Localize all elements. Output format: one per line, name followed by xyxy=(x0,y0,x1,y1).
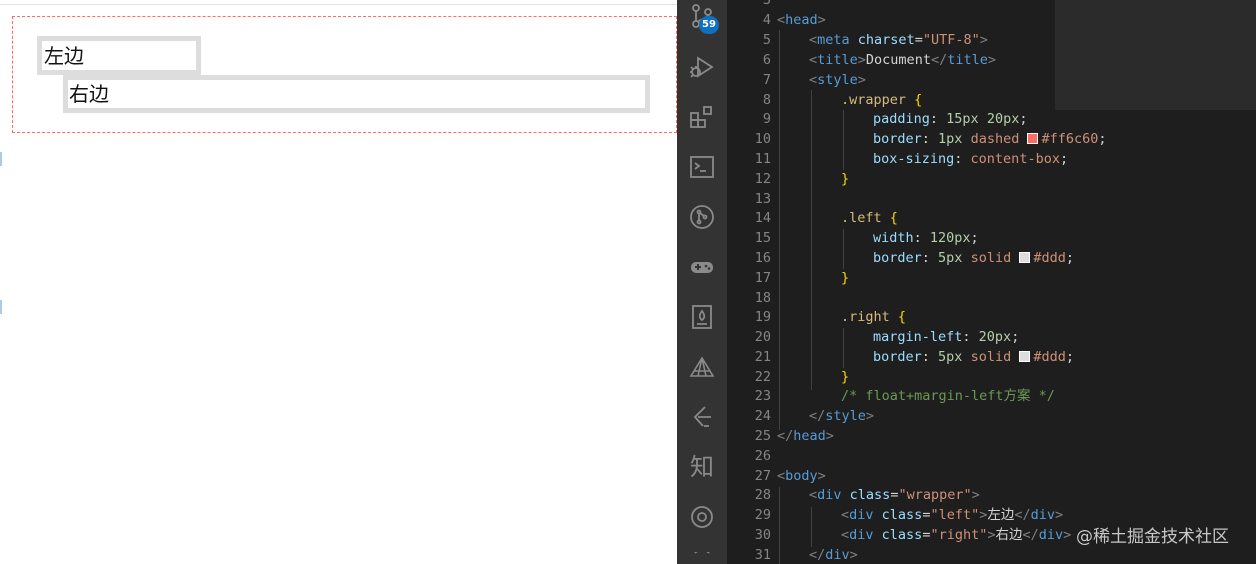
gamepad-icon[interactable] xyxy=(689,254,715,280)
color-swatch-gray[interactable] xyxy=(1019,252,1031,263)
line-number: 11 xyxy=(754,151,771,167)
code-line-20: margin-left: 20px; xyxy=(873,329,1020,345)
watermark: @稀土掘金技术社区 xyxy=(1076,527,1229,547)
code-line-8: .wrapper { xyxy=(841,92,923,108)
scroll-edge-mark xyxy=(0,300,2,314)
indent-guide xyxy=(843,328,844,368)
line-number: 25 xyxy=(754,428,771,444)
indent-guide xyxy=(843,229,844,269)
indent-guide xyxy=(811,90,812,390)
line-number: 24 xyxy=(754,408,771,424)
code-line-21: border: 5px solid #ddd; xyxy=(873,349,1074,365)
line-number: 16 xyxy=(754,250,771,266)
terminal-icon[interactable] xyxy=(689,154,715,180)
line-number: 30 xyxy=(754,527,771,543)
code-line-19: .right { xyxy=(841,309,907,325)
code-line-12: } xyxy=(841,171,850,187)
extensions-icon[interactable] xyxy=(689,104,715,130)
line-number: 6 xyxy=(762,52,771,68)
line-number: 17 xyxy=(754,270,771,286)
activity-bar: 59 知 xyxy=(677,0,727,564)
target-icon[interactable] xyxy=(689,504,715,530)
line-number: 7 xyxy=(762,72,771,88)
line-number: 22 xyxy=(754,369,771,385)
line-number: 3 xyxy=(762,0,771,8)
line-number: 10 xyxy=(754,131,771,147)
line-number: 28 xyxy=(754,487,771,503)
line-number: 20 xyxy=(754,329,771,345)
code-line-22: } xyxy=(841,369,850,385)
code-editor: 59 知 3 4 5 6 7 8 9 10 11 12 13 14 15 16 … xyxy=(677,0,1256,564)
code-line-27: <body> xyxy=(777,468,826,484)
code-line-23: /* float+margin-left方案 */ xyxy=(841,388,1055,404)
line-number: 4 xyxy=(762,12,771,28)
code-line-11: box-sizing: content-box; xyxy=(873,151,1069,167)
code-area[interactable]: <head> <meta charset="UTF-8"> <title>Doc… xyxy=(777,0,1256,564)
line-number: 9 xyxy=(762,111,771,127)
line-number: 19 xyxy=(754,309,771,325)
indent-guide xyxy=(811,507,812,547)
line-number: 23 xyxy=(754,388,771,404)
line-number: 29 xyxy=(754,507,771,523)
leetcode-icon[interactable] xyxy=(689,404,715,430)
code-line-17: } xyxy=(841,270,850,286)
color-swatch-gray[interactable] xyxy=(1019,351,1031,362)
line-number: 5 xyxy=(762,32,771,48)
code-line-15: width: 120px; xyxy=(873,230,979,246)
line-number: 8 xyxy=(762,92,771,108)
code-line-4: <head> xyxy=(777,12,826,28)
scroll-edge-mark xyxy=(0,152,2,166)
code-line-10: border: 1px dashed #ff6c60; xyxy=(873,131,1107,147)
code-line-7: <style> xyxy=(809,72,866,88)
line-number: 15 xyxy=(754,230,771,246)
code-line-9: padding: 15px 20px; xyxy=(873,111,1028,127)
code-line-24: </style> xyxy=(809,408,875,424)
line-number: 21 xyxy=(754,349,771,365)
indent-guide xyxy=(843,110,844,170)
line-number-gutter: 3 4 5 6 7 8 9 10 11 12 13 14 15 16 17 18 19 20 21 22 23 24 25 2… xyxy=(727,0,777,564)
line-number: 13 xyxy=(754,191,771,207)
code-line-14: .left { xyxy=(841,210,898,226)
run-debug-icon[interactable] xyxy=(689,54,715,80)
color-swatch-red[interactable] xyxy=(1027,133,1039,144)
browser-preview: 左边 右边 xyxy=(0,0,677,564)
book-icon[interactable] xyxy=(689,304,715,330)
line-number: 26 xyxy=(754,448,771,464)
zhihu-icon[interactable]: 知 xyxy=(689,454,715,480)
line-number: 27 xyxy=(754,468,771,484)
code-line-28: <div class="wrapper"> xyxy=(809,487,980,503)
git-graph-icon[interactable] xyxy=(689,204,715,230)
left-box: 左边 xyxy=(37,36,201,75)
line-number: 14 xyxy=(754,210,771,226)
indent-guide xyxy=(779,487,780,564)
code-line-25: </head> xyxy=(777,428,834,444)
code-line-6: <title>Document</title> xyxy=(809,52,996,68)
preview-top-divider xyxy=(0,4,677,5)
code-line-31: </div> xyxy=(809,547,858,563)
line-number: 31 xyxy=(754,547,771,563)
indent-guide xyxy=(779,30,780,430)
triangle-icon[interactable] xyxy=(689,354,715,380)
line-number: 18 xyxy=(754,290,771,306)
source-control-badge: 59 xyxy=(699,16,719,34)
line-number: 12 xyxy=(754,171,771,187)
zhihu-glyph: 知 xyxy=(690,453,714,481)
right-box: 右边 xyxy=(63,75,650,113)
more-icon[interactable] xyxy=(689,552,715,564)
code-line-16: border: 5px solid #ddd; xyxy=(873,250,1074,266)
code-line-5: <meta charset="UTF-8"> xyxy=(809,32,988,48)
